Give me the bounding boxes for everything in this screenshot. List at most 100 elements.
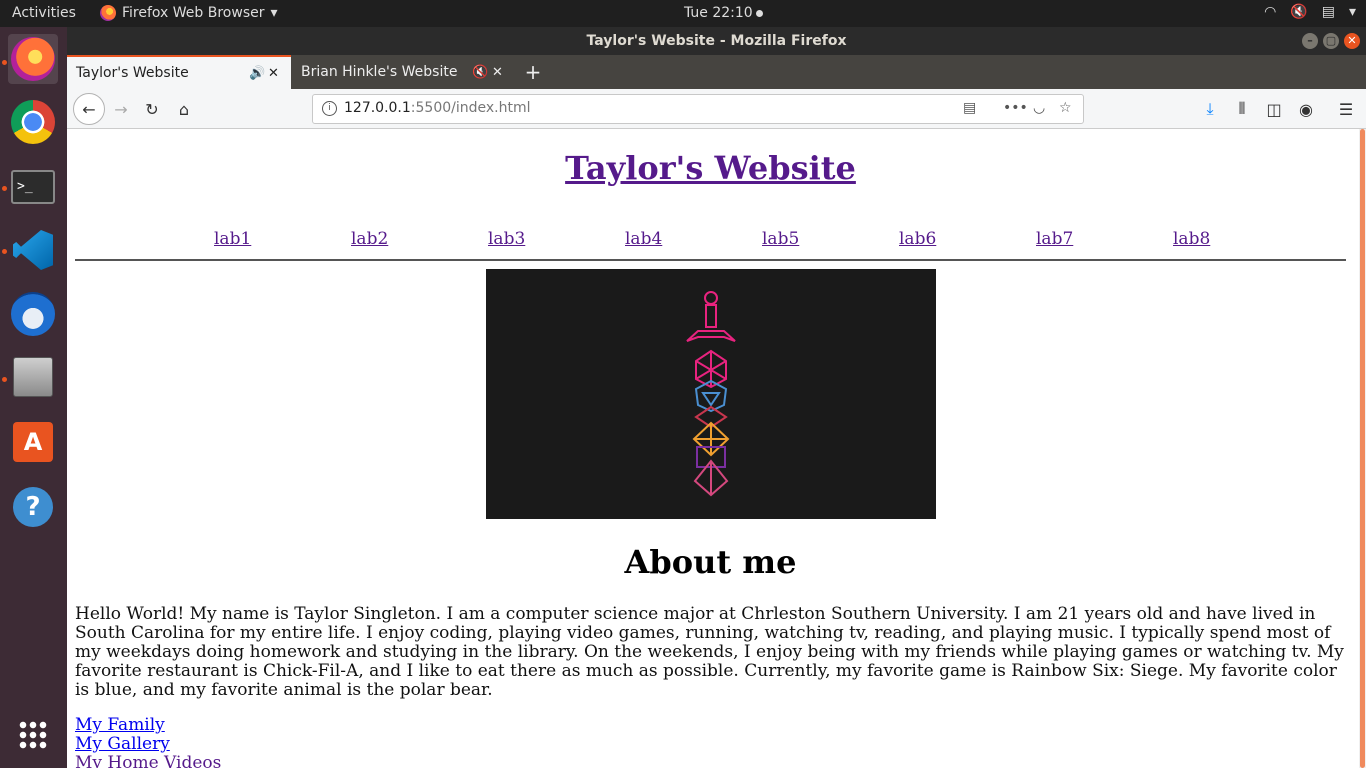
tab-taylors-website[interactable]: Taylor's Website 🔊 ✕ <box>67 55 291 89</box>
window-title-bar: Taylor's Website - Mozilla Firefox – ▢ ✕ <box>67 27 1366 55</box>
pocket-icon[interactable]: ◡ <box>1033 100 1045 116</box>
dock-thunderbird[interactable] <box>8 289 58 339</box>
close-tab-icon[interactable]: ✕ <box>268 66 279 81</box>
my-home-videos-link[interactable]: My Home Videos <box>75 754 221 768</box>
running-indicator <box>2 377 7 382</box>
running-indicator <box>2 60 7 65</box>
software-center-icon: A <box>13 422 53 462</box>
sidebar-icon: ◫ <box>1266 99 1282 119</box>
activities-button[interactable]: Activities <box>12 5 76 21</box>
page-title: Taylor's Website <box>67 149 1354 187</box>
page-actions-icon[interactable]: ••• <box>1003 100 1028 116</box>
nav-link-lab2[interactable]: lab2 <box>351 229 388 249</box>
clock[interactable]: Tue 22:10 <box>684 5 763 21</box>
library-button[interactable]: ⫴ <box>1229 96 1255 122</box>
speaker-muted-icon[interactable]: 🔇 <box>472 65 488 80</box>
dock: >_ A ? <box>0 27 67 768</box>
files-icon <box>13 357 53 397</box>
bio-paragraph: Hello World! My name is Taylor Singleton… <box>75 604 1344 700</box>
about-heading: About me <box>624 543 797 581</box>
page-links: My Family My Gallery My Home Videos <box>75 716 221 768</box>
nav-link-lab1[interactable]: lab1 <box>214 229 251 249</box>
thunderbird-icon <box>11 292 55 336</box>
reload-button[interactable]: ↻ <box>139 96 165 122</box>
site-title-link[interactable]: Taylor's Website <box>565 149 856 187</box>
app-menu-label: Firefox Web Browser <box>122 5 265 21</box>
chrome-icon <box>11 100 55 144</box>
dock-help[interactable]: ? <box>8 482 58 532</box>
dock-firefox[interactable] <box>8 34 58 84</box>
nav-link-lab7[interactable]: lab7 <box>1036 229 1073 249</box>
info-icon[interactable]: i <box>322 101 337 116</box>
nav-link-lab8[interactable]: lab8 <box>1173 229 1210 249</box>
new-tab-button[interactable]: + <box>523 55 543 89</box>
lab-nav: lab1 lab2 lab3 lab4 lab5 lab6 lab7 lab8 <box>75 229 1346 261</box>
dock-chrome[interactable] <box>8 97 58 147</box>
running-indicator <box>2 186 7 191</box>
notification-dot-icon <box>755 9 763 17</box>
account-icon: ◉ <box>1299 99 1313 119</box>
terminal-icon: >_ <box>11 170 55 204</box>
arrow-left-icon: ← <box>82 99 96 119</box>
dock-terminal[interactable]: >_ <box>8 162 58 212</box>
tab-brian-hinkles-website[interactable]: Brian Hinkle's Website 🔇 ✕ <box>292 55 514 89</box>
forward-button[interactable]: → <box>108 96 134 122</box>
account-button[interactable]: ◉ <box>1293 96 1319 122</box>
running-indicator <box>2 249 7 254</box>
clipboard-icon: ▤ <box>1321 4 1335 20</box>
tab-strip: Taylor's Website 🔊 ✕ Brian Hinkle's Webs… <box>67 55 1366 89</box>
system-tray[interactable]: ◠ 🔇 ▤ ▾ <box>1264 4 1356 20</box>
back-button[interactable]: ← <box>73 93 105 125</box>
nav-link-lab5[interactable]: lab5 <box>762 229 799 249</box>
clock-label: Tue 22:10 <box>684 5 753 21</box>
close-tab-icon[interactable]: ✕ <box>492 65 503 80</box>
dock-vscode[interactable] <box>8 225 58 275</box>
dice-sword-illustration <box>686 291 736 497</box>
url-host: 127.0.0.1 <box>344 100 411 116</box>
arrow-right-icon: → <box>114 99 128 119</box>
help-icon: ? <box>13 487 53 527</box>
plus-icon: + <box>524 60 542 84</box>
web-page: Taylor's Website lab1 lab2 lab3 lab4 lab… <box>67 129 1359 768</box>
dock-app-grid[interactable] <box>8 710 58 760</box>
close-window-icon[interactable]: ✕ <box>1344 33 1360 49</box>
dock-files[interactable] <box>8 352 58 402</box>
speaker-icon[interactable]: 🔊 <box>249 66 265 81</box>
home-icon: ⌂ <box>178 99 190 119</box>
app-grid-icon <box>18 720 48 750</box>
reload-icon: ↻ <box>145 99 159 119</box>
home-button[interactable]: ⌂ <box>171 96 197 122</box>
my-gallery-link[interactable]: My Gallery <box>75 735 221 754</box>
url-text[interactable]: 127.0.0.1:5500/index.html <box>344 100 531 116</box>
nav-link-lab4[interactable]: lab4 <box>625 229 662 249</box>
chevron-down-icon: ▾ <box>1348 4 1356 20</box>
scrollbar-thumb[interactable] <box>1360 129 1365 768</box>
dock-software[interactable]: A <box>8 417 58 467</box>
window-title: Taylor's Website - Mozilla Firefox <box>586 33 847 49</box>
app-menu[interactable]: Firefox Web Browser ▾ <box>100 5 278 21</box>
downloads-button[interactable]: ⤓ <box>1197 96 1223 122</box>
chevron-down-icon: ▾ <box>270 5 278 21</box>
minimize-icon[interactable]: – <box>1302 33 1318 49</box>
system-top-bar: Activities Firefox Web Browser ▾ Tue 22:… <box>0 0 1366 27</box>
firefox-icon <box>11 37 55 81</box>
url-path: :5500/index.html <box>410 100 531 116</box>
maximize-icon[interactable]: ▢ <box>1323 33 1339 49</box>
url-bar[interactable]: i 127.0.0.1:5500/index.html ▤ ••• ◡ ☆ <box>312 94 1084 124</box>
dice-sword-banner-image <box>486 269 936 519</box>
my-family-link[interactable]: My Family <box>75 716 221 735</box>
tab-label: Taylor's Website <box>76 65 189 81</box>
wifi-icon: ◠ <box>1264 4 1277 20</box>
bookmark-star-icon[interactable]: ☆ <box>1059 100 1072 116</box>
firefox-icon <box>100 5 116 21</box>
menu-button[interactable]: ☰ <box>1333 96 1359 122</box>
reader-view-icon[interactable]: ▤ <box>963 100 976 116</box>
download-icon: ⤓ <box>1206 99 1214 118</box>
page-scrollbar[interactable] <box>1359 129 1366 768</box>
nav-link-lab6[interactable]: lab6 <box>899 229 936 249</box>
nav-link-lab3[interactable]: lab3 <box>488 229 525 249</box>
library-icon: ⫴ <box>1238 99 1246 118</box>
tab-label: Brian Hinkle's Website <box>301 64 458 80</box>
navigation-toolbar: ← → ↻ ⌂ i 127.0.0.1:5500/index.html ▤ ••… <box>67 89 1366 129</box>
sidebar-button[interactable]: ◫ <box>1261 96 1287 122</box>
